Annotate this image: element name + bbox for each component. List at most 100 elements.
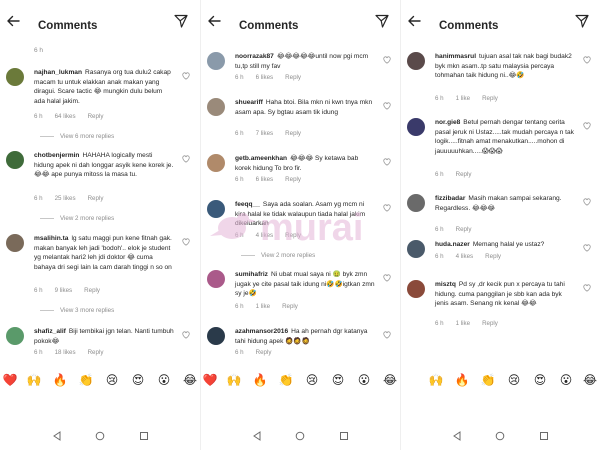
heart-icon[interactable] [383,204,391,212]
back-arrow-icon[interactable] [207,14,221,28]
avatar[interactable] [207,327,225,345]
avatar[interactable] [207,154,225,172]
heart-icon[interactable] [383,274,391,282]
comment-username[interactable]: fizzibadar [435,195,465,202]
comment-likes[interactable]: 6 likes [256,74,274,81]
reply-button[interactable]: Reply [256,349,272,356]
fire-emoji-button[interactable]: 🔥 [252,372,268,388]
comment-likes[interactable]: 25 likes [55,195,76,202]
reply-button[interactable]: Reply [456,171,472,178]
avatar[interactable] [207,52,225,70]
reply-button[interactable]: Reply [485,253,501,260]
heart-icon[interactable] [182,331,190,339]
heart-eyes-emoji-button[interactable]: 😍 [532,372,548,388]
avatar[interactable] [407,52,425,70]
comment-likes[interactable]: 1 like [456,95,470,102]
recents-nav-icon[interactable] [139,431,149,441]
avatar[interactable] [6,151,24,169]
avatar[interactable] [207,98,225,116]
comment-username[interactable]: sumihafriz [235,271,268,278]
comment-username[interactable]: azahmansor2016 [235,328,288,335]
comment-likes[interactable]: 6 likes [256,176,274,183]
surprised-emoji-button[interactable]: 😮 [558,372,574,388]
clap-emoji-button[interactable]: 👏 [278,372,294,388]
crying-emoji-button[interactable]: 😢 [104,372,120,388]
view-replies-button[interactable]: View 6 more replies [40,133,114,140]
send-icon[interactable] [375,14,389,28]
avatar[interactable] [6,327,24,345]
back-nav-icon[interactable] [452,431,462,441]
home-nav-icon[interactable] [295,431,305,441]
clap-emoji-button[interactable]: 👏 [78,372,94,388]
comment-likes[interactable]: 4 likes [456,253,474,260]
avatar[interactable] [407,118,425,136]
comment-username[interactable]: najhan_lukman [34,69,82,76]
back-arrow-icon[interactable] [6,14,20,28]
laughing-emoji-button[interactable]: 😂 [582,372,598,388]
avatar[interactable] [407,240,425,258]
heart-icon[interactable] [583,198,591,206]
reply-button[interactable]: Reply [285,232,301,239]
comment-username[interactable]: shueariff [235,99,263,106]
reply-button[interactable]: Reply [285,176,301,183]
reply-button[interactable]: Reply [456,226,472,233]
avatar[interactable] [407,280,425,298]
back-arrow-icon[interactable] [407,14,421,28]
avatar[interactable] [207,270,225,288]
heart-icon[interactable] [583,122,591,130]
raised-hands-emoji-button[interactable]: 🙌 [26,372,42,388]
reply-button[interactable]: Reply [88,195,104,202]
back-nav-icon[interactable] [52,431,62,441]
back-nav-icon[interactable] [252,431,262,441]
heart-eyes-emoji-button[interactable]: 😍 [330,372,346,388]
avatar[interactable] [6,234,24,252]
avatar[interactable] [6,68,24,86]
reply-button[interactable]: Reply [482,95,498,102]
fire-emoji-button[interactable]: 🔥 [454,372,470,388]
raised-hands-emoji-button[interactable]: 🙌 [226,372,242,388]
heart-icon[interactable] [583,56,591,64]
raised-hands-emoji-button[interactable]: 🙌 [428,372,444,388]
home-nav-icon[interactable] [495,431,505,441]
comment-username[interactable]: noorrazak87 [235,53,274,60]
heart-icon[interactable] [182,238,190,246]
comment-username[interactable]: msalihin.ta [34,235,68,242]
heart-icon[interactable] [383,158,391,166]
view-replies-button[interactable]: View 2 more replies [241,252,315,259]
reply-button[interactable]: Reply [285,74,301,81]
heart-icon[interactable] [182,72,190,80]
reply-button[interactable]: Reply [285,130,301,137]
heart-icon[interactable] [383,102,391,110]
clap-emoji-button[interactable]: 👏 [480,372,496,388]
reply-button[interactable]: Reply [88,113,104,120]
avatar[interactable] [207,200,225,218]
comment-likes[interactable]: 64 likes [55,113,76,120]
heart-emoji-button[interactable]: ❤️ [2,372,18,388]
comment-username[interactable]: nor.gie8 [435,119,460,126]
laughing-emoji-button[interactable]: 😂 [182,372,198,388]
surprised-emoji-button[interactable]: 😮 [356,372,372,388]
home-nav-icon[interactable] [95,431,105,441]
heart-icon[interactable] [383,331,391,339]
reply-button[interactable]: Reply [88,349,104,356]
view-replies-button[interactable]: View 3 more replies [40,307,114,314]
crying-emoji-button[interactable]: 😢 [304,372,320,388]
comment-username[interactable]: shafiz_alif [34,328,66,335]
recents-nav-icon[interactable] [539,431,549,441]
comment-username[interactable]: misztq [435,281,456,288]
heart-icon[interactable] [583,284,591,292]
comment-likes[interactable]: 9 likes [55,287,73,294]
send-icon[interactable] [575,14,589,28]
heart-icon[interactable] [182,155,190,163]
comment-username[interactable]: hanimmasrul [435,53,476,60]
surprised-emoji-button[interactable]: 😮 [156,372,172,388]
comment-username[interactable]: chotbenjermin [34,152,79,159]
heart-emoji-button[interactable]: ❤️ [202,372,218,388]
crying-emoji-button[interactable]: 😢 [506,372,522,388]
comment-likes[interactable]: 7 likes [256,130,274,137]
comment-username[interactable]: feeqq__ [235,201,260,208]
comment-likes[interactable]: 4 likes [256,232,274,239]
fire-emoji-button[interactable]: 🔥 [52,372,68,388]
heart-icon[interactable] [383,56,391,64]
comment-likes[interactable]: 18 likes [55,349,76,356]
